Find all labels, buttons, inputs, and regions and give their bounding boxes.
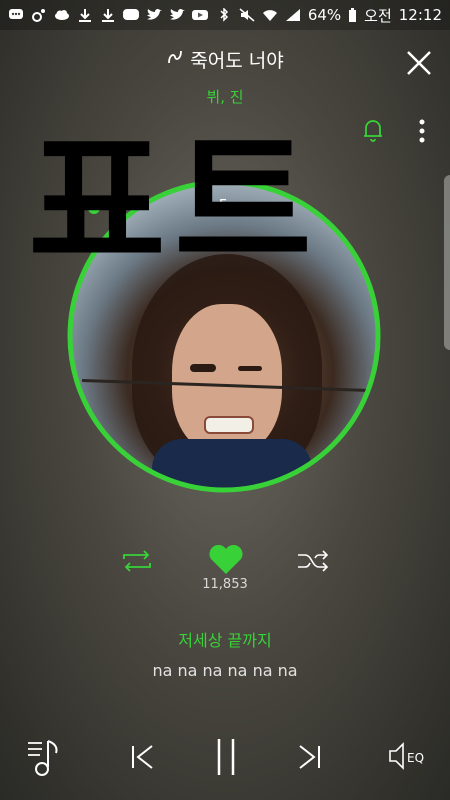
close-icon: [407, 51, 431, 75]
status-time: 12:12: [398, 6, 442, 24]
download-icon: [77, 8, 93, 22]
heart-icon: [209, 544, 243, 574]
playlist-icon: [28, 740, 58, 776]
playback-controls: EQ: [0, 735, 450, 780]
wifi-icon: [262, 8, 278, 22]
status-bar: 64% 오전 12:12: [0, 0, 450, 30]
mute-icon: [239, 8, 255, 22]
download-icon-2: [100, 8, 116, 22]
close-button[interactable]: [404, 48, 434, 78]
status-right-icons: 64% 오전 12:12: [216, 5, 442, 26]
overlay-caption: 표트: [28, 117, 321, 291]
skip-previous-icon: [132, 745, 153, 769]
next-button[interactable]: [296, 743, 324, 771]
twitter-icon: [146, 8, 162, 22]
battery-icon: [348, 8, 357, 22]
status-ampm: 오전: [364, 6, 392, 25]
like-count: 11,853: [202, 577, 248, 592]
song-title: 죽어도 너야: [190, 50, 284, 72]
previous-button[interactable]: [128, 743, 156, 771]
chat-bubble-icon: [8, 8, 24, 22]
eq-label: EQ: [407, 751, 424, 765]
youtube-icon: [192, 8, 208, 22]
repeat-button[interactable]: [120, 550, 154, 572]
signal-icon: [285, 8, 301, 22]
bluetooth-icon: [216, 8, 232, 22]
playlist-button[interactable]: [26, 737, 64, 777]
pause-icon: [217, 739, 235, 775]
music-note-icon: [31, 8, 47, 22]
edge-panel-handle[interactable]: [444, 175, 450, 350]
like-button[interactable]: [208, 544, 244, 576]
twitter-icon-2: [169, 8, 185, 22]
secondary-controls: [0, 544, 450, 580]
skip-next-icon: [299, 745, 320, 769]
artist-name[interactable]: 뷔, 진: [0, 86, 450, 107]
song-title-row: 죽어도 너야: [0, 46, 450, 73]
music-wave-icon: [166, 48, 184, 71]
cloud-icon: [54, 8, 70, 22]
speaker-eq-icon: EQ: [389, 742, 424, 770]
lyric-current-line[interactable]: 저세상 끝까지: [0, 627, 450, 651]
battery-percent: 64%: [307, 6, 342, 24]
talk-icon: [123, 8, 139, 22]
pause-button[interactable]: [213, 737, 239, 777]
shuffle-button[interactable]: [296, 550, 330, 572]
equalizer-button[interactable]: EQ: [388, 741, 428, 771]
repeat-icon: [123, 550, 151, 572]
shuffle-icon: [298, 550, 329, 572]
lyric-next-line[interactable]: na na na na na na: [0, 661, 450, 680]
status-left-icons: [8, 8, 208, 22]
